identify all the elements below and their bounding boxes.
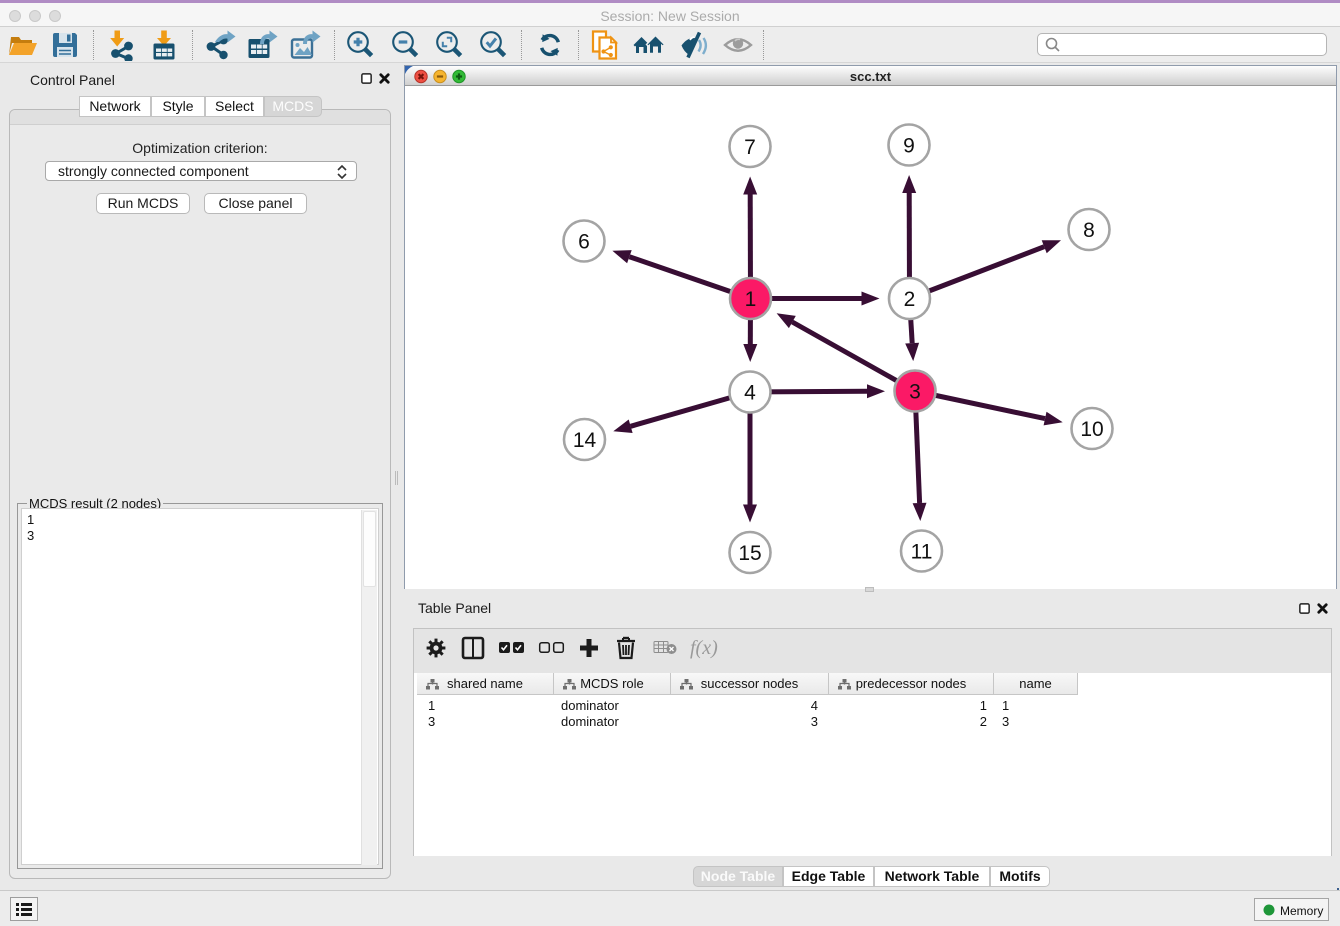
svg-text:4: 4 <box>744 382 756 405</box>
svg-text:2: 2 <box>904 288 916 311</box>
svg-text:15: 15 <box>738 542 761 565</box>
svg-text:1: 1 <box>745 288 757 311</box>
svg-text:11: 11 <box>911 541 933 564</box>
svg-text:7: 7 <box>744 136 756 159</box>
svg-text:8: 8 <box>1083 219 1095 242</box>
svg-text:6: 6 <box>578 231 590 254</box>
svg-text:3: 3 <box>909 381 921 404</box>
svg-text:10: 10 <box>1080 418 1103 441</box>
svg-text:14: 14 <box>573 429 597 452</box>
svg-text:9: 9 <box>903 135 915 158</box>
